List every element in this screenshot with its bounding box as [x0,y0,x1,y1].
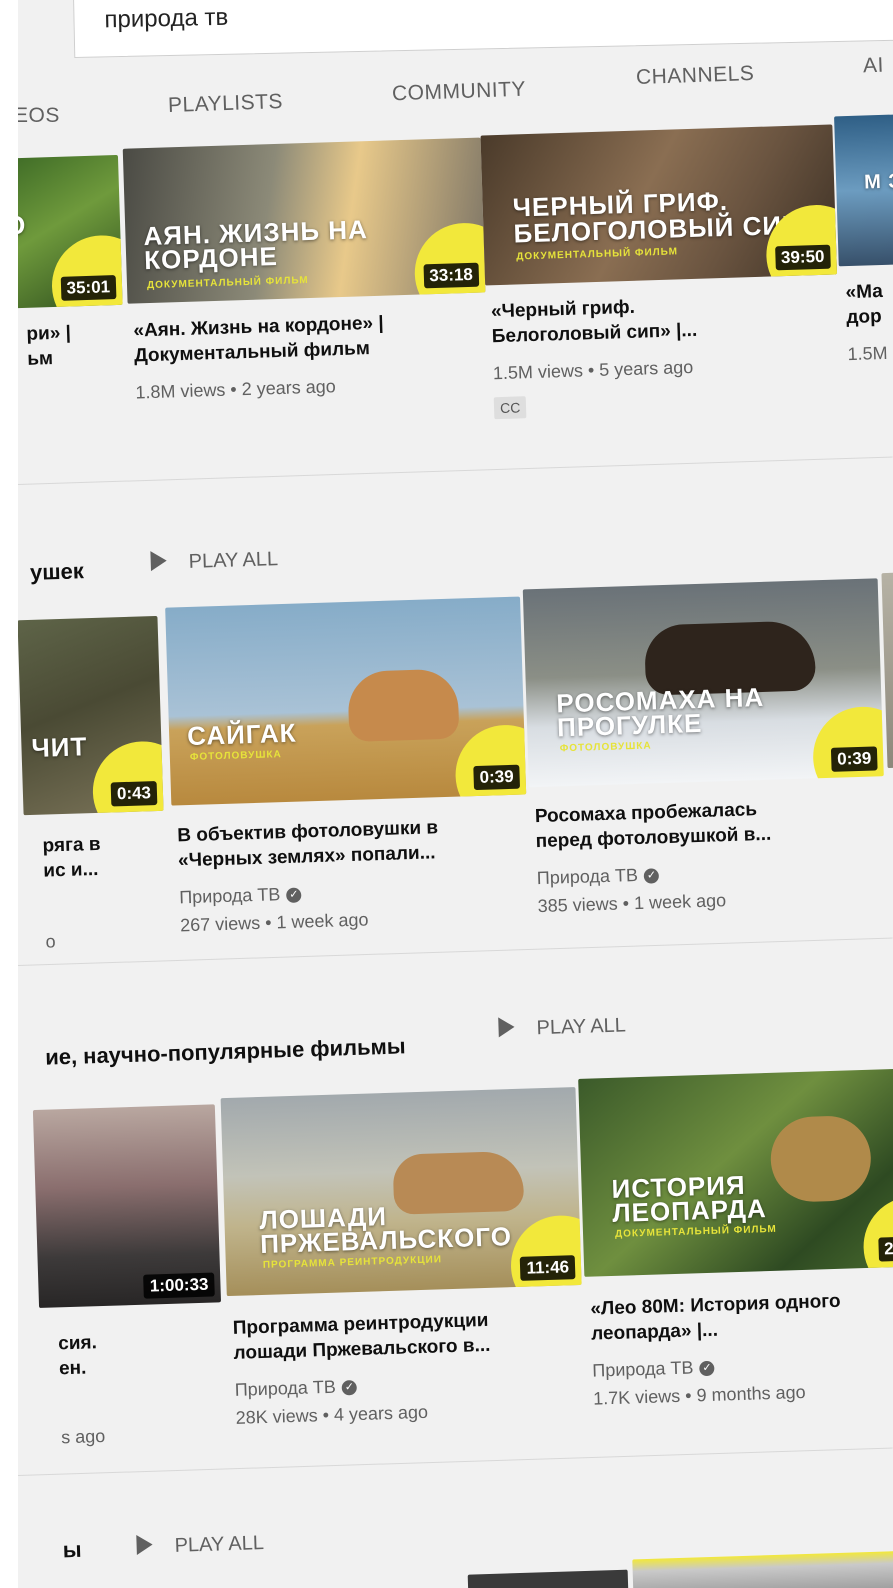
shelf-title[interactable]: ы [62,1537,82,1564]
play-all-label: PLAY ALL [174,1532,265,1557]
video-thumbnail[interactable] [467,1569,629,1588]
play-all-button[interactable]: PLAY ALL [136,1531,264,1559]
channel-page: природа тв EOS PLAYLISTS COMMUNITY CHANN… [18,0,893,1588]
video-thumbnail[interactable] [632,1548,893,1588]
play-icon [136,1534,153,1556]
shelf-next: ы PLAY ALL [18,0,893,1588]
